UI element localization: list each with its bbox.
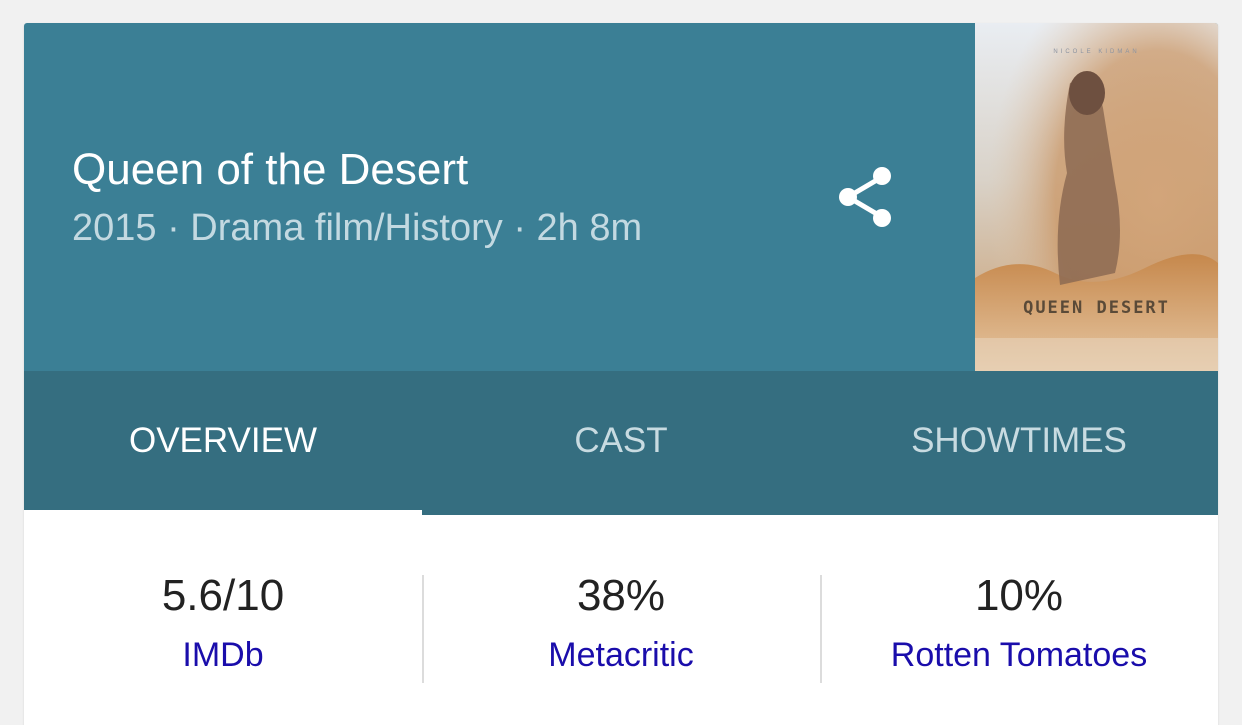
rating-rotten-tomatoes: 10% Rotten Tomatoes <box>820 515 1218 725</box>
tab-cast[interactable]: CAST <box>422 371 820 515</box>
movie-poster[interactable]: NICOLE KIDMAN QUEEN DESERT <box>975 23 1218 371</box>
rating-metacritic: 38% Metacritic <box>422 515 820 725</box>
movie-card: Queen of the Desert 2015 · Drama film/Hi… <box>24 23 1218 725</box>
rating-source-link[interactable]: Rotten Tomatoes <box>891 635 1147 675</box>
movie-header: Queen of the Desert 2015 · Drama film/Hi… <box>24 23 1218 371</box>
rating-imdb: 5.6/10 IMDb <box>24 515 422 725</box>
rating-value: 10% <box>974 571 1064 620</box>
ratings-row: 5.6/10 IMDb 38% Metacritic 10% Rotten To… <box>24 515 1218 725</box>
poster-credit: NICOLE KIDMAN <box>1053 49 1140 55</box>
tab-bar: OVERVIEW CAST SHOWTIMES <box>24 371 1218 515</box>
rating-value: 38% <box>576 571 666 620</box>
poster-title: QUEEN DESERT <box>1023 298 1170 318</box>
movie-subtitle: 2015 · Drama film/History · 2h 8m <box>72 207 643 249</box>
rating-value: 5.6/10 <box>161 571 285 620</box>
share-button[interactable] <box>834 163 898 231</box>
tab-showtimes[interactable]: SHOWTIMES <box>820 371 1218 515</box>
rating-source-link[interactable]: IMDb <box>182 635 263 675</box>
share-icon <box>839 167 891 227</box>
tab-overview[interactable]: OVERVIEW <box>24 371 422 515</box>
rating-source-link[interactable]: Metacritic <box>548 635 693 675</box>
movie-title: Queen of the Desert <box>72 145 469 194</box>
